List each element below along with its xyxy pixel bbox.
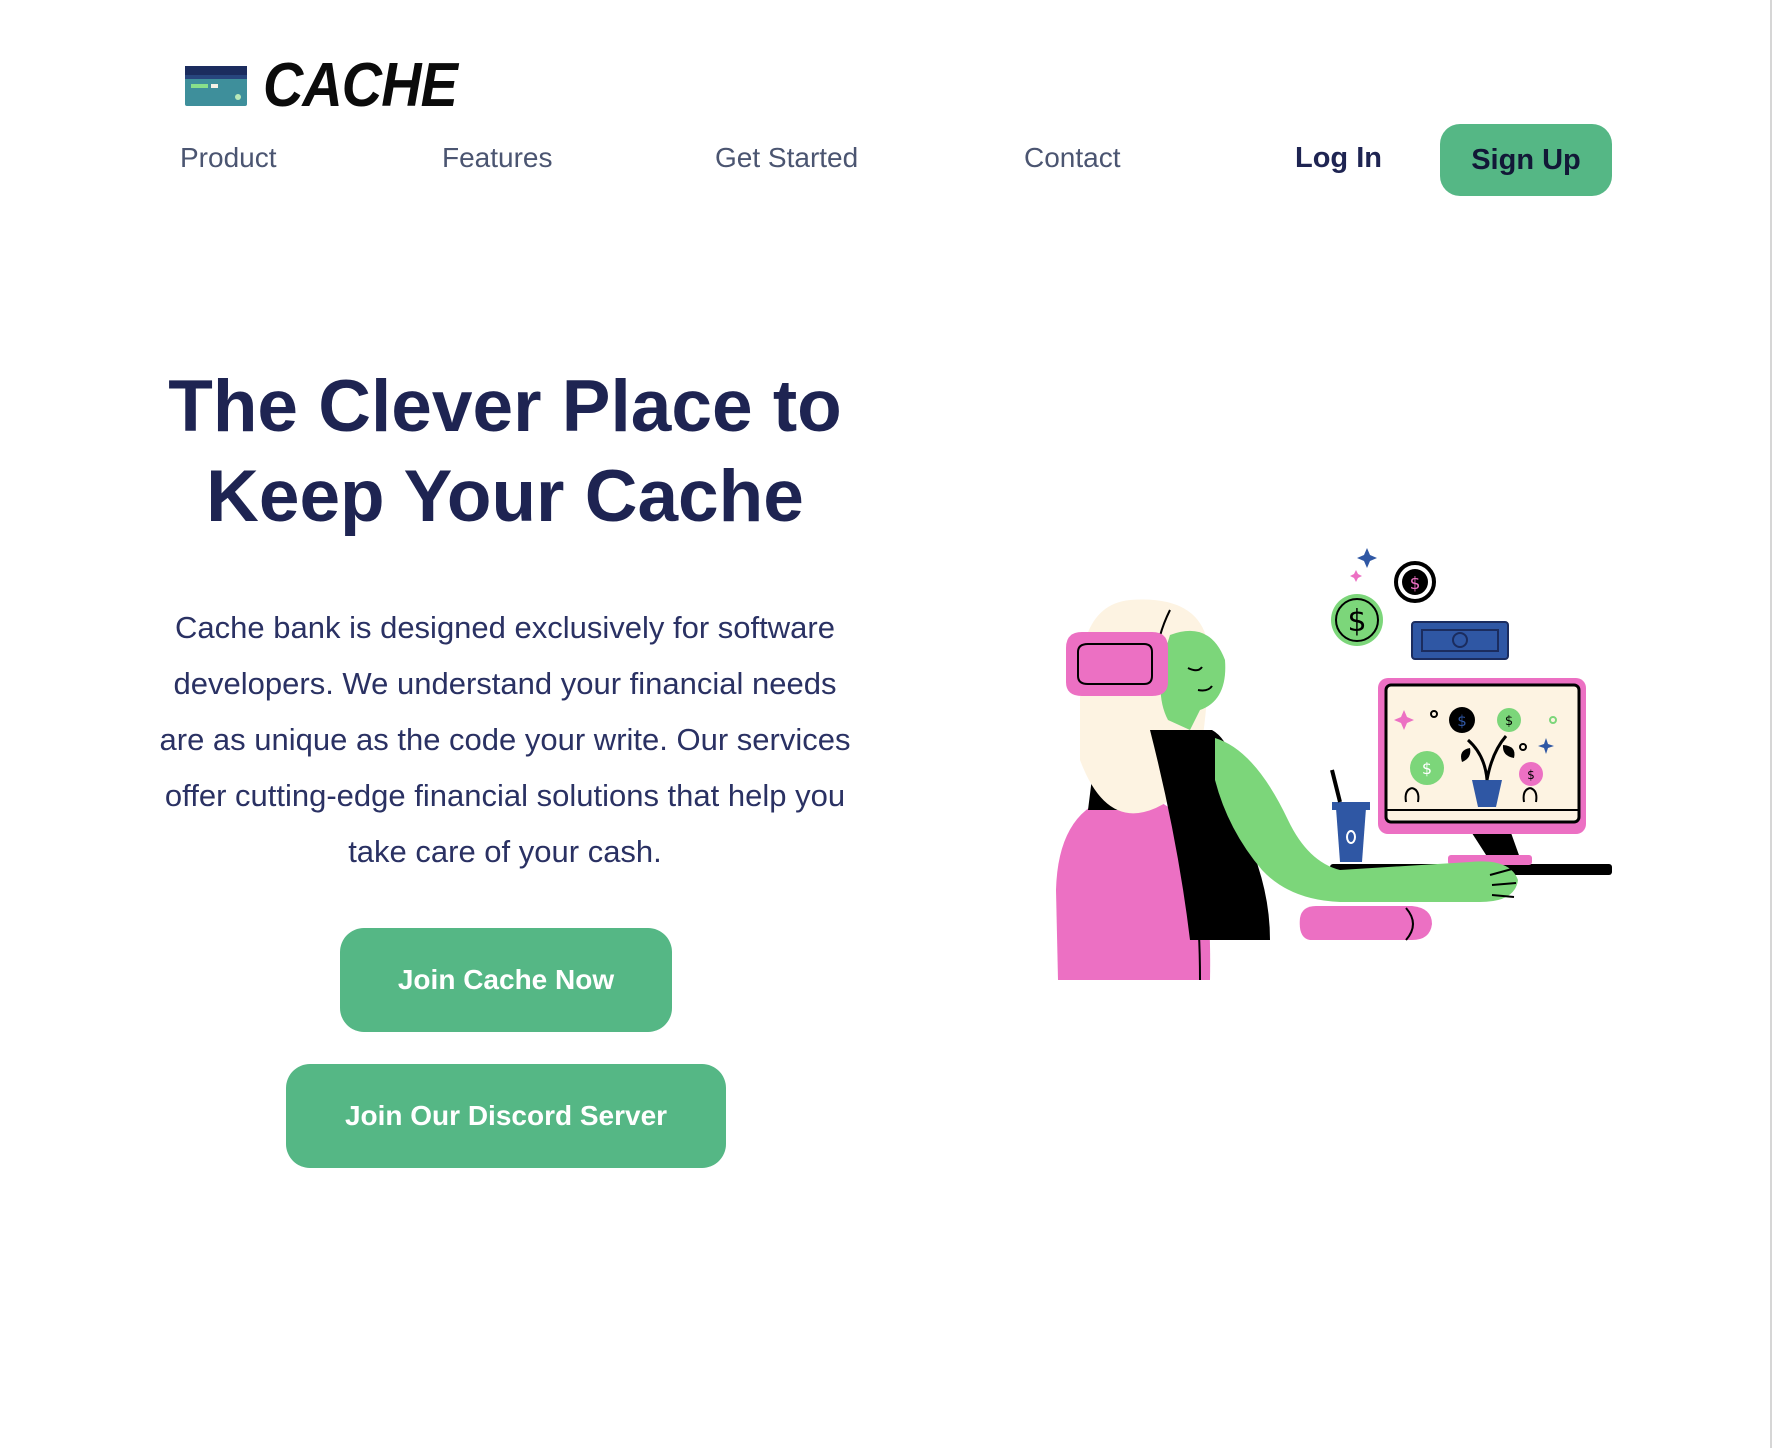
credit-card-icon xyxy=(185,66,247,106)
svg-text:$: $ xyxy=(1527,768,1535,782)
nav-contact[interactable]: Contact xyxy=(1024,142,1121,174)
signup-button[interactable]: Sign Up xyxy=(1440,124,1612,196)
login-link[interactable]: Log In xyxy=(1295,142,1382,175)
brand-name: CACHE xyxy=(263,51,458,120)
brand-logo[interactable]: CACHE xyxy=(185,55,478,117)
svg-text:$: $ xyxy=(1457,712,1467,730)
nav-get-started[interactable]: Get Started xyxy=(715,142,858,174)
nav-features[interactable]: Features xyxy=(442,142,553,174)
svg-text:$: $ xyxy=(1347,604,1366,639)
join-cache-button[interactable]: Join Cache Now xyxy=(340,928,672,1032)
hero-title: The Clever Place to Keep Your Cache xyxy=(120,362,890,542)
svg-text:$: $ xyxy=(1422,759,1432,778)
join-discord-button[interactable]: Join Our Discord Server xyxy=(286,1064,726,1168)
hero-title-line-2: Keep Your Cache xyxy=(206,456,804,537)
svg-text:$: $ xyxy=(1410,574,1421,594)
svg-text:$: $ xyxy=(1505,714,1513,729)
hero-title-line-1: The Clever Place to xyxy=(168,366,842,447)
hero-description: Cache bank is designed exclusively for s… xyxy=(159,610,851,869)
nav-product[interactable]: Product xyxy=(180,142,277,174)
woman-at-computer-illustration: $ $ $ $ $ $ xyxy=(1056,548,1612,980)
